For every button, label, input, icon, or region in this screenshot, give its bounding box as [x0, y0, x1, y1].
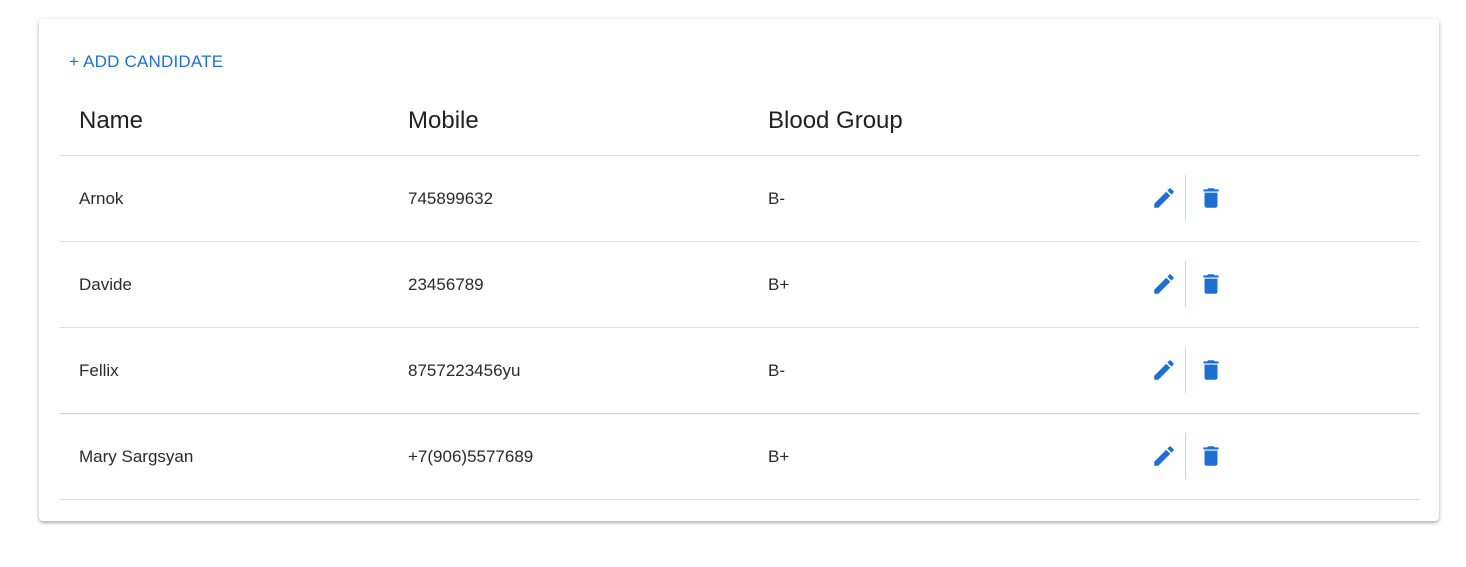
- row-actions: [1149, 433, 1226, 479]
- row-actions: [1149, 175, 1226, 221]
- pencil-icon: [1154, 274, 1174, 294]
- table-row: Mary Sargsyan +7(906)5577689 B+: [59, 413, 1419, 500]
- delete-button[interactable]: [1196, 183, 1226, 213]
- cell-mobile: +7(906)5577689: [408, 447, 534, 466]
- actions-divider: [1185, 433, 1186, 479]
- actions-divider: [1185, 347, 1186, 393]
- delete-button[interactable]: [1196, 355, 1226, 385]
- edit-button[interactable]: [1149, 355, 1179, 385]
- table-row: Davide 23456789 B+: [59, 242, 1419, 328]
- delete-button[interactable]: [1196, 269, 1226, 299]
- cell-mobile: 8757223456yu: [408, 361, 521, 380]
- row-actions: [1149, 347, 1226, 393]
- cell-name: Davide: [79, 275, 132, 294]
- cell-mobile: 745899632: [408, 189, 494, 208]
- cell-name: Fellix: [79, 361, 119, 380]
- table-row: Arnok 745899632 B-: [59, 156, 1419, 242]
- cell-mobile: 23456789: [408, 275, 484, 294]
- edit-button[interactable]: [1149, 269, 1179, 299]
- column-header-blood-group: Blood Group: [768, 107, 903, 134]
- add-candidate-button[interactable]: + ADD CANDIDATE: [63, 49, 229, 75]
- pencil-icon: [1154, 360, 1174, 380]
- cell-blood-group: B+: [768, 275, 790, 294]
- trash-icon: [1203, 360, 1219, 380]
- table-header: Name Mobile Blood Group: [59, 95, 1419, 156]
- candidates-table: Name Mobile Blood Group Arnok 745899632 …: [59, 95, 1419, 500]
- trash-icon: [1203, 188, 1219, 208]
- actions-divider: [1185, 261, 1186, 307]
- cell-name: Mary Sargsyan: [79, 447, 194, 466]
- column-header-name: Name: [79, 107, 144, 134]
- cell-blood-group: B+: [768, 447, 790, 466]
- pencil-icon: [1154, 446, 1174, 466]
- edit-button[interactable]: [1149, 441, 1179, 471]
- actions-divider: [1185, 175, 1186, 221]
- cell-name: Arnok: [79, 189, 124, 208]
- trash-icon: [1203, 446, 1219, 466]
- pencil-icon: [1154, 188, 1174, 208]
- table-row: Fellix 8757223456yu B-: [59, 328, 1419, 414]
- candidates-card: + ADD CANDIDATE Name Mobile Blood Group …: [39, 19, 1439, 521]
- edit-button[interactable]: [1149, 183, 1179, 213]
- trash-icon: [1203, 274, 1219, 294]
- cell-blood-group: B-: [768, 361, 785, 380]
- cell-blood-group: B-: [768, 189, 785, 208]
- row-actions: [1149, 261, 1226, 307]
- column-header-mobile: Mobile: [408, 107, 479, 134]
- delete-button[interactable]: [1196, 441, 1226, 471]
